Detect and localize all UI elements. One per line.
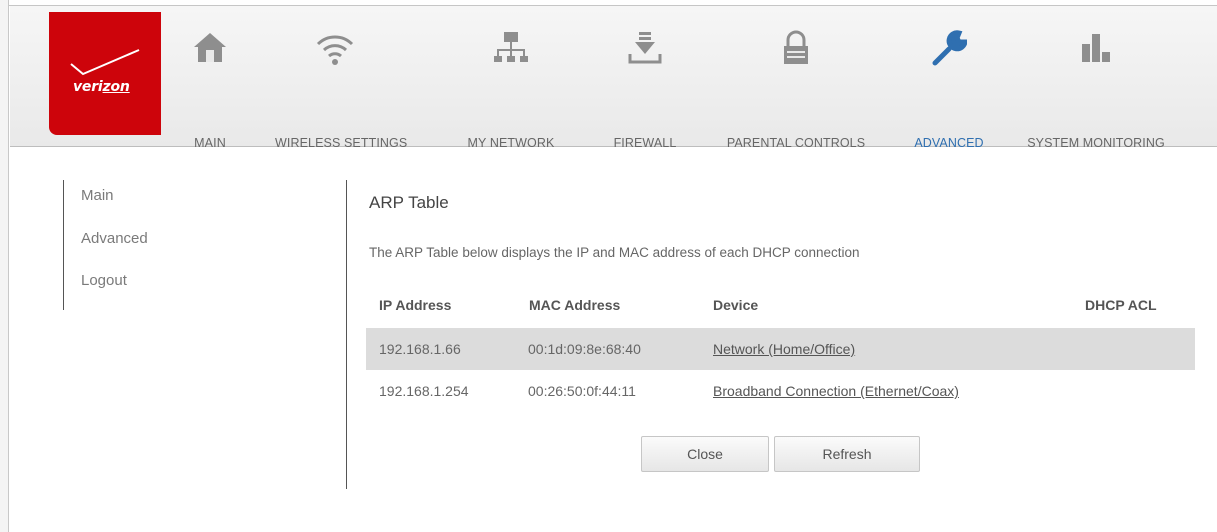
device-link[interactable]: Network (Home/Office)	[713, 341, 855, 357]
sidebar-item-advanced[interactable]: Advanced	[81, 230, 148, 247]
sidebar-menu: Main Advanced Logout	[63, 180, 148, 310]
ip-address-cell: 192.168.1.254	[379, 383, 469, 399]
nav-system-monitoring-label: SYSTEM MONITORING	[1027, 136, 1165, 150]
sidebar-item-logout[interactable]: Logout	[81, 272, 127, 289]
verizon-logo[interactable]: verizon	[49, 12, 161, 135]
nav-main-label: MAIN	[194, 136, 226, 150]
nav-parental-controls[interactable]: PARENTAL CONTROLS	[716, 12, 876, 150]
column-header-ip-address: IP Address	[379, 297, 452, 313]
home-icon	[194, 33, 226, 62]
table-row: 192.168.1.66 00:1d:09:8e:68:40 Network (…	[366, 328, 1195, 370]
nav-advanced[interactable]: ADVANCED	[904, 12, 994, 150]
nav-my-network[interactable]: MY NETWORK	[456, 12, 566, 150]
column-header-mac-address: MAC Address	[529, 297, 621, 313]
sidebar-item-main[interactable]: Main	[81, 187, 114, 204]
logo-check-mark-icon	[70, 49, 140, 76]
top-navigation-bar: verizon MAIN WIRELESS SETTINGS MY NETWOR…	[10, 6, 1217, 150]
page-title: ARP Table	[369, 193, 449, 212]
nav-wireless-settings[interactable]: WIRELESS SETTINGS	[275, 12, 408, 150]
column-header-device: Device	[713, 297, 759, 313]
wifi-icon	[316, 35, 354, 65]
nav-wireless-settings-label: WIRELESS SETTINGS	[275, 136, 408, 150]
logo-wordmark: verizon	[73, 79, 130, 95]
nav-firewall[interactable]: FIREWALL	[600, 12, 690, 150]
nav-advanced-label: ADVANCED	[914, 136, 984, 150]
nav-main[interactable]: MAIN	[180, 12, 240, 150]
close-button[interactable]: Close	[641, 436, 769, 472]
table-row: 192.168.1.254 00:26:50:0f:44:11 Broadban…	[366, 370, 1195, 412]
network-icon	[494, 32, 528, 62]
nav-parental-controls-label: PARENTAL CONTROLS	[726, 136, 866, 150]
page-description: The ARP Table below displays the IP and …	[369, 245, 860, 260]
firewall-icon	[628, 32, 662, 64]
device-link[interactable]: Broadband Connection (Ethernet/Coax)	[713, 383, 959, 399]
mac-address-cell: 00:1d:09:8e:68:40	[528, 341, 641, 357]
lock-icon	[784, 30, 808, 64]
wrench-icon	[932, 30, 967, 66]
content-divider	[346, 180, 347, 489]
bar-chart-icon	[1082, 34, 1110, 62]
mac-address-cell: 00:26:50:0f:44:11	[528, 383, 636, 399]
ip-address-cell: 192.168.1.66	[379, 341, 461, 357]
column-header-dhcp-acl: DHCP ACL	[1085, 297, 1157, 313]
window-left-edge	[0, 0, 9, 532]
nav-my-network-label: MY NETWORK	[467, 136, 555, 150]
nav-system-monitoring[interactable]: SYSTEM MONITORING	[1016, 12, 1176, 150]
refresh-button[interactable]: Refresh	[774, 436, 920, 472]
nav-firewall-label: FIREWALL	[613, 136, 677, 150]
